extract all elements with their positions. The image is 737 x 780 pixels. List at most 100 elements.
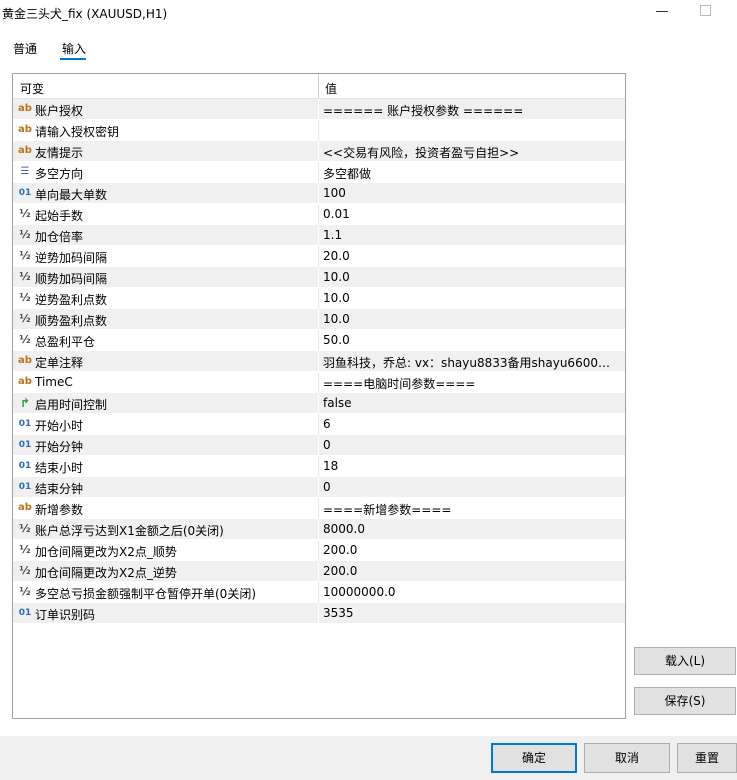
parameter-name: 账户授权 [35,104,84,118]
table-row[interactable]: ab 账户授权 ====== 账户授权参数 ====== [13,99,625,120]
string-icon: ab [18,124,32,135]
table-row[interactable]: ½ 顺势盈利点数 10.0 [13,309,625,330]
table-row[interactable]: 01 开始分钟 0 [13,435,625,456]
table-row[interactable]: ½ 加仓倍率 1.1 [13,225,625,246]
parameter-value[interactable]: 8000.0 [323,522,621,536]
string-icon: ab [18,376,32,387]
table-row[interactable]: ½ 逆势盈利点数 10.0 [13,288,625,309]
ok-button[interactable]: 确定 [491,743,577,773]
column-divider[interactable] [318,74,319,98]
cell-divider [318,204,319,225]
table-row[interactable]: ½ 逆势加码间隔 20.0 [13,246,625,267]
load-button[interactable]: 载入(L) [634,647,736,675]
table-row[interactable]: ½ 顺势加码间隔 10.0 [13,267,625,288]
save-button[interactable]: 保存(S) [634,687,736,715]
string-icon: ab [18,103,32,114]
table-row[interactable]: ½ 加仓间隔更改为X2点_逆势 200.0 [13,561,625,582]
column-header-value[interactable]: 值 [325,80,337,97]
string-icon: ab [18,145,32,156]
cell-divider [318,120,319,141]
cell-divider [318,519,319,540]
parameter-value[interactable]: 20.0 [323,249,621,263]
parameter-value[interactable]: 羽鱼科技，乔总: vx：shayu8833备用shayu6600，手... [323,354,621,371]
parameter-value[interactable]: 10.0 [323,270,621,284]
parameter-name: 加仓间隔更改为X2点_逆势 [35,566,177,580]
integer-icon: 01 [18,419,32,429]
boolean-icon: ↱ [19,396,31,410]
table-row[interactable]: ab TimeC ====电脑时间参数==== [13,372,625,393]
tab-bar: 普通 输入 [0,36,737,62]
table-row[interactable]: ½ 加仓间隔更改为X2点_顺势 200.0 [13,540,625,561]
cell-divider [318,414,319,435]
parameter-value[interactable]: ====电脑时间参数==== [323,375,621,392]
parameter-value[interactable]: 10000000.0 [323,585,621,599]
tab-input[interactable]: 输入 [62,40,86,57]
parameter-value[interactable]: 1.1 [323,228,621,242]
title-bar: 黄金三头犬_fix (XAUUSD,H1) — [0,0,737,26]
parameter-value[interactable]: 0 [323,438,621,452]
table-row[interactable]: ↱ 启用时间控制 false [13,393,625,414]
grid-rows: ab 账户授权 ====== 账户授权参数 ====== ab 请输入授权密钥 ab 友情提… [13,99,625,624]
parameter-name: 逆势盈利点数 [35,293,108,307]
table-row[interactable]: ☰ 多空方向 多空都做 [13,162,625,183]
parameter-value[interactable]: 50.0 [323,333,621,347]
column-header-name[interactable]: 可变 [20,80,44,97]
parameter-value[interactable]: <<交易有风险，投资者盈亏自担>> [323,144,621,161]
double-icon: ½ [19,291,31,304]
cancel-button[interactable]: 取消 [584,743,670,773]
tab-general[interactable]: 普通 [13,40,37,57]
parameter-value[interactable]: 200.0 [323,543,621,557]
cell-divider [318,372,319,393]
reset-button[interactable]: 重置 [677,743,737,773]
cell-divider [318,183,319,204]
cell-divider [318,141,319,162]
table-row[interactable]: ab 请输入授权密钥 [13,120,625,141]
parameter-value[interactable]: 10.0 [323,291,621,305]
parameter-value[interactable]: 18 [323,459,621,473]
double-icon: ½ [19,207,31,220]
parameter-name: 启用时间控制 [35,398,108,412]
table-row[interactable]: 01 开始小时 6 [13,414,625,435]
parameter-value[interactable]: 6 [323,417,621,431]
maximize-icon[interactable] [700,5,711,16]
table-row[interactable]: 01 单向最大单数 100 [13,183,625,204]
table-row[interactable]: ab 友情提示 <<交易有风险，投资者盈亏自担>> [13,141,625,162]
parameter-name: 新增参数 [35,503,84,517]
integer-icon: 01 [18,608,32,618]
parameter-value[interactable]: 3535 [323,606,621,620]
table-row[interactable]: ½ 起始手数 0.01 [13,204,625,225]
table-row[interactable]: ½ 总盈利平仓 50.0 [13,330,625,351]
parameter-value[interactable]: 多空都做 [323,165,621,182]
parameter-value[interactable]: 10.0 [323,312,621,326]
parameter-name: 总盈利平仓 [35,335,96,349]
table-row[interactable]: ab 定单注释 羽鱼科技，乔总: vx：shayu8833备用shayu6600，手… [13,351,625,372]
cell-divider [318,162,319,183]
minimize-icon[interactable]: — [655,5,669,19]
table-row[interactable]: 01 结束小时 18 [13,456,625,477]
table-row[interactable]: 01 结束分钟 0 [13,477,625,498]
table-row[interactable]: ½ 账户总浮亏达到X1金额之后(0关闭) 8000.0 [13,519,625,540]
double-icon: ½ [19,270,31,283]
cell-divider [318,225,319,246]
parameter-value[interactable]: ====新增参数==== [323,501,621,518]
cell-divider [318,582,319,603]
cell-divider [318,99,319,120]
parameter-name: 逆势加码间隔 [35,251,108,265]
parameter-value[interactable]: 0.01 [323,207,621,221]
parameter-name: 单向最大单数 [35,188,108,202]
table-row[interactable]: ½ 多空总亏损金额强制平仓暂停开单(0关闭) 10000000.0 [13,582,625,603]
cell-divider [318,435,319,456]
parameter-value[interactable]: ====== 账户授权参数 ====== [323,102,621,119]
table-row[interactable]: ab 新增参数 ====新增参数==== [13,498,625,519]
parameter-value[interactable]: 200.0 [323,564,621,578]
cell-divider [318,498,319,519]
double-icon: ½ [19,543,31,556]
enum-icon: ☰ [20,166,30,177]
parameter-value[interactable]: false [323,396,621,410]
dialog-button-bar: 确定 取消 重置 [0,736,737,780]
table-row[interactable]: 01 订单识别码 3535 [13,603,625,624]
parameter-value[interactable]: 100 [323,186,621,200]
parameter-value[interactable]: 0 [323,480,621,494]
cell-divider [318,603,319,624]
string-icon: ab [18,502,32,513]
